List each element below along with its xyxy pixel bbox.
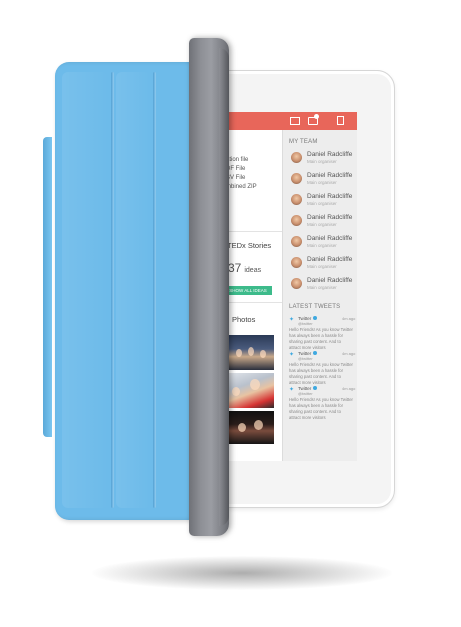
tweet-text: Hello Friends! As you know Twitter has a… (289, 362, 353, 385)
ideas-count: 37 ideas (228, 259, 261, 277)
file-item[interactable]: DF File (226, 165, 257, 174)
photo-thumbnail[interactable] (228, 411, 274, 444)
file-item[interactable]: ation file (226, 156, 257, 165)
tweet-time: 4m ago (342, 351, 356, 356)
team-member[interactable]: Daniel Radcliffe Main organiser (291, 171, 357, 189)
cover-panel (62, 72, 108, 508)
team-member[interactable]: Daniel Radcliffe Main organiser (291, 234, 357, 252)
team-member[interactable]: Daniel Radcliffe Main organiser (291, 276, 357, 294)
team-member-name: Daniel Radcliffe (307, 214, 353, 221)
sidebar: MY TEAM Daniel Radcliffe Main organiser … (282, 130, 357, 461)
twitter-bird-icon: ✦ (289, 352, 295, 358)
cover-fold (153, 72, 156, 508)
team-member-role: Main organiser (307, 285, 337, 290)
cover-fold (111, 72, 114, 508)
top-bar (210, 112, 357, 130)
cover-hinge-edge (219, 48, 229, 526)
file-download-list: ation file DF File SV File mbined ZIP (226, 156, 257, 192)
team-member-role: Main organiser (307, 201, 337, 206)
verified-icon (313, 316, 317, 320)
team-member-role: Main organiser (307, 264, 337, 269)
tweet-handle: @twitter (298, 356, 313, 361)
grid-icon[interactable] (290, 117, 300, 125)
team-member[interactable]: Daniel Radcliffe Main organiser (291, 255, 357, 273)
tweet-handle: @twitter (298, 391, 313, 396)
team-member[interactable]: Daniel Radcliffe Main organiser (291, 213, 357, 231)
file-item[interactable]: SV File (226, 174, 257, 183)
team-member-role: Main organiser (307, 222, 337, 227)
twitter-bird-icon: ✦ (289, 387, 295, 393)
avatar (291, 278, 302, 289)
team-member[interactable]: Daniel Radcliffe Main organiser (291, 150, 357, 168)
verified-icon (313, 386, 317, 390)
ideas-number: 37 (228, 261, 242, 275)
team-member-role: Main organiser (307, 243, 337, 248)
photo-thumbnail[interactable] (228, 373, 274, 408)
tweet-time: 4m ago (342, 316, 356, 321)
tweet-time: 4m ago (342, 386, 356, 391)
file-item[interactable]: mbined ZIP (226, 183, 257, 192)
team-member-name: Daniel Radcliffe (307, 193, 353, 200)
tweets-title: LATEST TWEETS (289, 304, 341, 310)
avatar (291, 215, 302, 226)
cover-edge (43, 137, 52, 437)
photo-thumbnail[interactable] (228, 335, 274, 370)
avatar (291, 152, 302, 163)
show-all-ideas-button[interactable]: SHOW ALL IDEAS (224, 286, 272, 295)
stories-title: TEDx Stories (227, 241, 272, 250)
tablet-screen: ation file DF File SV File mbined ZIP TE… (210, 112, 357, 461)
verified-icon (313, 351, 317, 355)
team-member-name: Daniel Radcliffe (307, 277, 353, 284)
tweet-text: Hello Friends! As you know Twitter has a… (289, 397, 353, 420)
tweet-text: Hello Friends! As you know Twitter has a… (289, 327, 353, 350)
team-member-name: Daniel Radcliffe (307, 235, 353, 242)
ideas-label: ideas (244, 267, 262, 274)
team-member-role: Main organiser (307, 180, 337, 185)
avatar (291, 173, 302, 184)
team-member-name: Daniel Radcliffe (307, 256, 353, 263)
team-member-name: Daniel Radcliffe (307, 151, 353, 158)
team-member-name: Daniel Radcliffe (307, 172, 353, 179)
cover-panel (116, 72, 150, 508)
notification-dot (314, 114, 319, 119)
team-title: MY TEAM (289, 139, 318, 145)
avatar (291, 194, 302, 205)
team-member-role: Main organiser (307, 159, 337, 164)
device-shadow (92, 556, 392, 590)
avatar (291, 257, 302, 268)
photos-title: Photos (232, 315, 256, 324)
team-member[interactable]: Daniel Radcliffe Main organiser (291, 192, 357, 210)
logout-icon[interactable] (337, 116, 344, 125)
tweet-handle: @twitter (298, 321, 313, 326)
twitter-bird-icon: ✦ (289, 317, 295, 323)
avatar (291, 236, 302, 247)
